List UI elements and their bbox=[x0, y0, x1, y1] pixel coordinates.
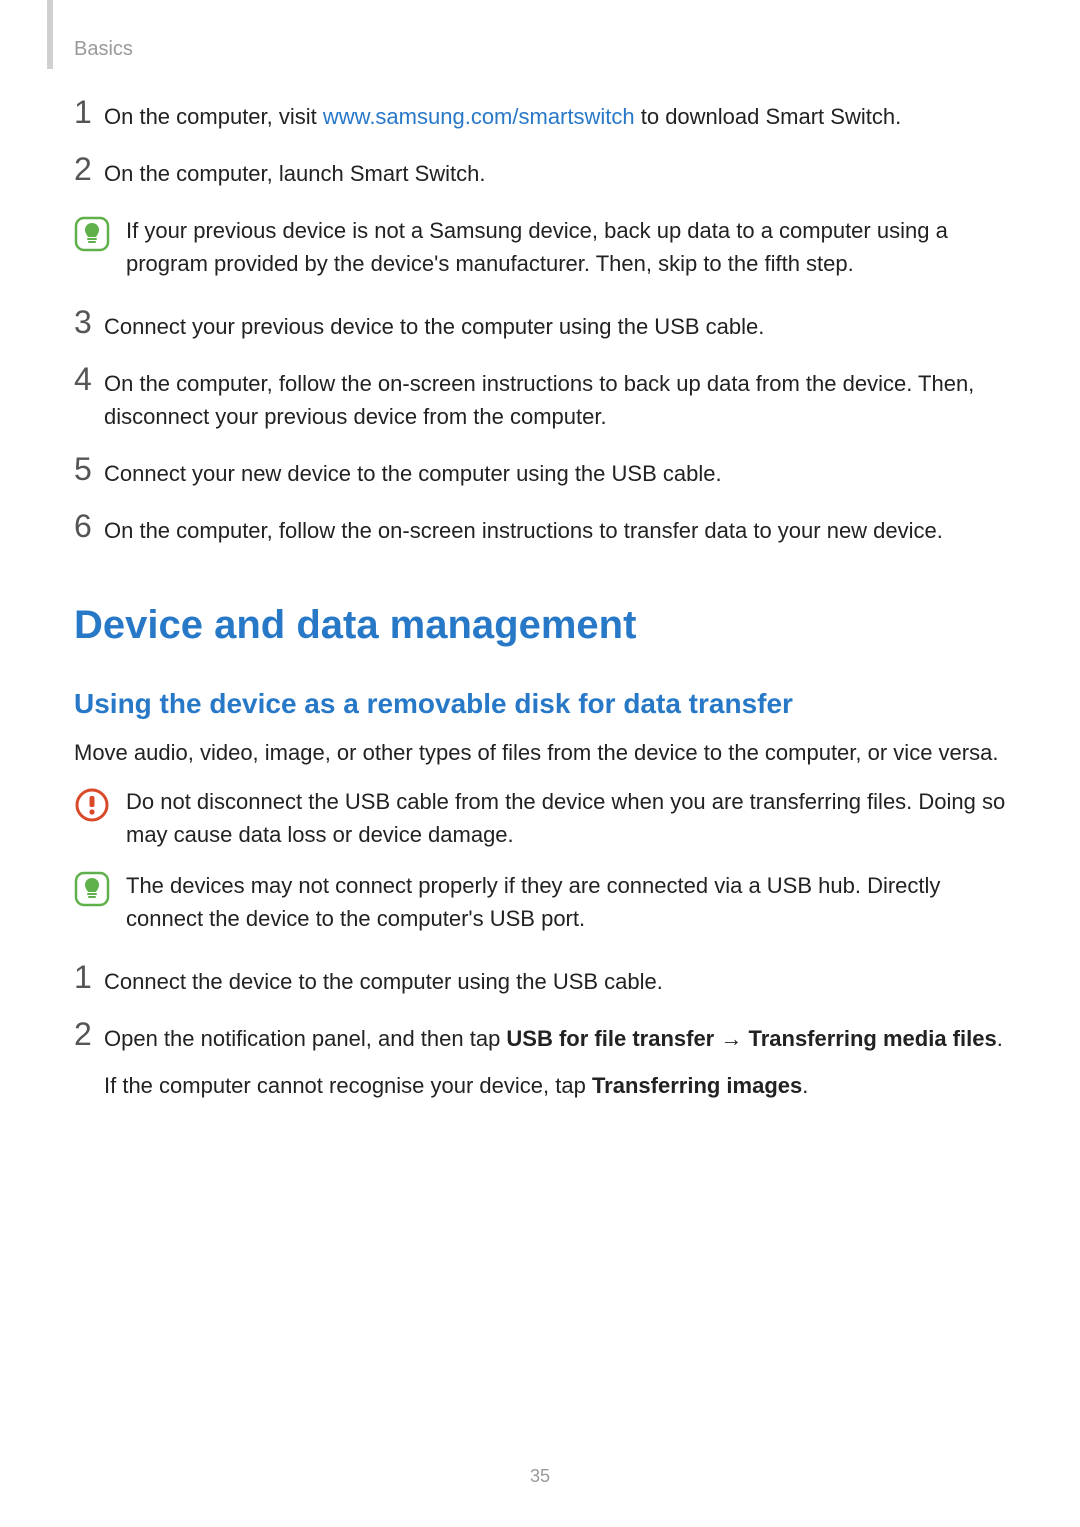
arrow-text: → bbox=[714, 1026, 748, 1051]
step-item: 1 On the computer, visit www.samsung.com… bbox=[74, 100, 1006, 133]
note-icon bbox=[74, 871, 110, 907]
step-number: 1 bbox=[74, 961, 102, 993]
step-text: On the computer, follow the on-screen in… bbox=[102, 367, 1006, 433]
heading-removable-disk: Using the device as a removable disk for… bbox=[74, 688, 1006, 720]
step-number: 4 bbox=[74, 363, 102, 395]
step-number: 6 bbox=[74, 510, 102, 542]
warning-callout: Do not disconnect the USB cable from the… bbox=[74, 785, 1006, 851]
text-fragment: . bbox=[997, 1026, 1003, 1051]
note-text: The devices may not connect properly if … bbox=[126, 869, 1006, 935]
text-fragment: to download Smart Switch. bbox=[635, 104, 902, 129]
step-number: 2 bbox=[74, 153, 102, 185]
link-smartswitch[interactable]: www.samsung.com/smartswitch bbox=[323, 104, 635, 129]
page-number: 35 bbox=[0, 1466, 1080, 1487]
bold-text: USB for file transfer bbox=[506, 1026, 714, 1051]
note-callout: If your previous device is not a Samsung… bbox=[74, 214, 1006, 280]
step-item: 6 On the computer, follow the on-screen … bbox=[74, 514, 1006, 547]
warning-icon bbox=[74, 787, 110, 823]
heading-device-data-management: Device and data management bbox=[74, 603, 1006, 648]
step-item: 1 Connect the device to the computer usi… bbox=[74, 965, 1006, 998]
step-subtext: If the computer cannot recognise your de… bbox=[104, 1069, 1003, 1102]
step-number: 2 bbox=[74, 1018, 102, 1050]
text-fragment: On the computer, visit bbox=[104, 104, 323, 129]
step-text: On the computer, visit www.samsung.com/s… bbox=[102, 100, 901, 133]
step-text: Connect your previous device to the comp… bbox=[102, 310, 764, 343]
step-text: On the computer, launch Smart Switch. bbox=[102, 157, 486, 190]
bold-text: Transferring images bbox=[592, 1073, 802, 1098]
step-item: 5 Connect your new device to the compute… bbox=[74, 457, 1006, 490]
note-icon bbox=[74, 216, 110, 252]
warning-text: Do not disconnect the USB cable from the… bbox=[126, 785, 1006, 851]
step-text: Connect the device to the computer using… bbox=[102, 965, 663, 998]
text-fragment: If the computer cannot recognise your de… bbox=[104, 1073, 592, 1098]
page-content: 1 On the computer, visit www.samsung.com… bbox=[74, 100, 1006, 1126]
header-rule bbox=[47, 0, 53, 69]
step-item: 3 Connect your previous device to the co… bbox=[74, 310, 1006, 343]
text-fragment: . bbox=[802, 1073, 808, 1098]
step-text: Open the notification panel, and then ta… bbox=[102, 1022, 1003, 1102]
note-callout: The devices may not connect properly if … bbox=[74, 869, 1006, 935]
note-text: If your previous device is not a Samsung… bbox=[126, 214, 1006, 280]
step-number: 5 bbox=[74, 453, 102, 485]
step-text: Connect your new device to the computer … bbox=[102, 457, 722, 490]
step-number: 3 bbox=[74, 306, 102, 338]
step-text: On the computer, follow the on-screen in… bbox=[102, 514, 943, 547]
paragraph: Move audio, video, image, or other types… bbox=[74, 736, 1006, 769]
breadcrumb: Basics bbox=[74, 38, 133, 61]
bold-text: Transferring media files bbox=[748, 1026, 996, 1051]
step-item: 2 Open the notification panel, and then … bbox=[74, 1022, 1006, 1102]
step-item: 4 On the computer, follow the on-screen … bbox=[74, 367, 1006, 433]
step-number: 1 bbox=[74, 96, 102, 128]
text-fragment: Open the notification panel, and then ta… bbox=[104, 1026, 506, 1051]
step-item: 2 On the computer, launch Smart Switch. bbox=[74, 157, 1006, 190]
